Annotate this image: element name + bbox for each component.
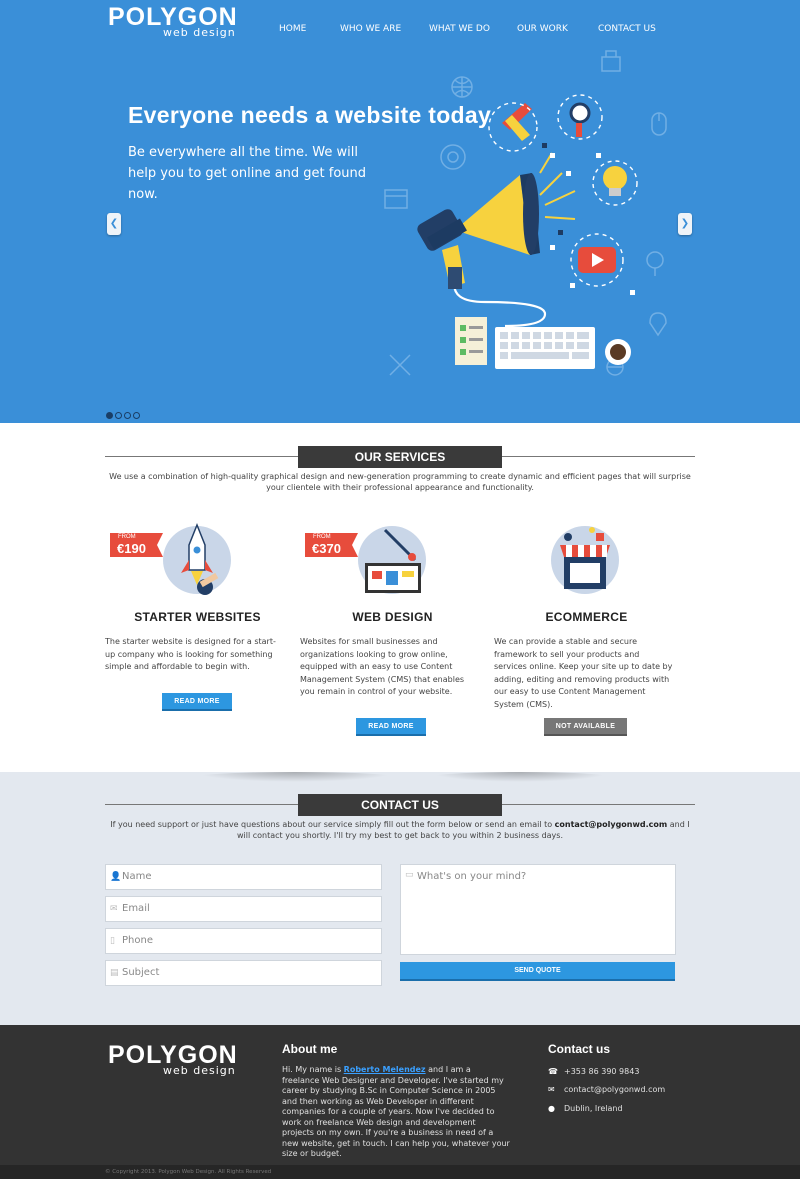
service-description: Websites for small businesses and organi… xyxy=(300,637,465,696)
divider xyxy=(502,804,695,805)
price-value: €370 xyxy=(312,541,341,556)
phone-text: +353 86 390 9843 xyxy=(564,1067,640,1076)
slider-next-button[interactable]: ❯ xyxy=(678,213,692,235)
read-more-button[interactable]: READ MORE xyxy=(356,718,426,736)
name-placeholder: Name xyxy=(122,871,152,882)
contact-email-link[interactable]: contact@polygonwd.com xyxy=(555,820,668,829)
author-link[interactable]: Roberto Melendez xyxy=(344,1065,426,1074)
services-heading: OUR SERVICES xyxy=(105,446,695,468)
hero-subtitle: Be everywhere all the time. We will help… xyxy=(128,145,367,202)
nav-contact-us[interactable]: CONTACT US xyxy=(598,24,656,34)
user-icon: 👤 xyxy=(110,872,122,882)
email-text: contact@polygonwd.com xyxy=(564,1085,666,1094)
footer: POLYGON web design About me Hi. My name … xyxy=(0,1025,800,1165)
phone-input[interactable]: ▯ Phone xyxy=(105,928,382,954)
services-intro: We use a combination of high-quality gra… xyxy=(109,472,691,492)
chevron-right-icon: ❯ xyxy=(680,218,690,229)
nav-home[interactable]: HOME xyxy=(279,24,306,34)
document-icon: ▤ xyxy=(110,968,119,978)
email-placeholder: Email xyxy=(122,903,150,914)
speech-bubble-icon: ▭ xyxy=(405,870,414,880)
service-description: We can provide a stable and secure frame… xyxy=(494,637,673,709)
phone-placeholder: Phone xyxy=(122,935,153,946)
price-from-label: FROM xyxy=(118,534,136,540)
not-available-button[interactable]: NOT AVAILABLE xyxy=(544,718,627,736)
shop-icon xyxy=(551,526,619,594)
service-title: ECOMMERCE xyxy=(545,610,628,624)
footer-phone: ☎ +353 86 390 9843 xyxy=(548,1067,639,1076)
envelope-icon: ✉ xyxy=(110,904,118,914)
slider-dot-1[interactable] xyxy=(106,412,113,419)
contact-title: CONTACT US xyxy=(298,794,502,816)
phone-icon: ☎ xyxy=(548,1067,558,1076)
subject-placeholder: Subject xyxy=(122,967,160,978)
service-description: The starter website is designed for a st… xyxy=(105,637,276,671)
send-quote-button[interactable]: SEND QUOTE xyxy=(400,962,675,981)
slider-dots xyxy=(106,412,140,419)
location-text: Dublin, Ireland xyxy=(564,1104,623,1113)
megaphone-illustration xyxy=(384,50,667,376)
subject-input[interactable]: ▤ Subject xyxy=(105,960,382,986)
divider xyxy=(502,456,695,457)
price-value: €190 xyxy=(117,541,146,556)
logo[interactable]: POLYGON web design xyxy=(108,4,238,39)
nav-who-we-are[interactable]: WHO WE ARE xyxy=(340,24,401,34)
divider xyxy=(105,456,298,457)
contact-intro: If you need support or just have questio… xyxy=(105,819,695,841)
service-title: STARTER WEBSITES xyxy=(134,610,261,624)
contact-heading-footer: Contact us xyxy=(548,1042,611,1056)
envelope-icon: ✉ xyxy=(548,1085,555,1094)
design-screen-icon xyxy=(305,526,426,594)
footer-logo[interactable]: POLYGON web design xyxy=(108,1042,238,1077)
contact-intro-text: If you need support or just have questio… xyxy=(110,820,555,829)
slider-dot-3[interactable] xyxy=(124,412,131,419)
about-text: Hi. My name is Roberto Melendez and I am… xyxy=(282,1065,510,1160)
contact-section: CONTACT US If you need support or just h… xyxy=(0,772,800,1025)
phone-icon: ▯ xyxy=(110,936,115,946)
header: POLYGON web design HOME WHO WE ARE WHAT … xyxy=(0,0,800,50)
name-input[interactable]: 👤 Name xyxy=(105,864,382,890)
copyright: © Copyright 2013. Polygon Web Design. Al… xyxy=(0,1165,800,1179)
contact-heading: CONTACT US xyxy=(105,794,695,816)
chevron-left-icon: ❮ xyxy=(109,218,119,229)
message-textarea[interactable]: ▭ What's on your mind? xyxy=(400,864,676,955)
section-shadow xyxy=(430,772,610,782)
services-title: OUR SERVICES xyxy=(298,446,502,468)
service-title: WEB DESIGN xyxy=(352,610,433,624)
section-shadow xyxy=(195,772,395,782)
message-placeholder: What's on your mind? xyxy=(417,871,527,882)
about-text-start: Hi. My name is xyxy=(282,1065,344,1074)
slider-prev-button[interactable]: ❮ xyxy=(107,213,121,235)
email-input[interactable]: ✉ Email xyxy=(105,896,382,922)
footer-email[interactable]: ✉ contact@polygonwd.com xyxy=(548,1085,665,1094)
location-pin-icon: ● xyxy=(548,1104,555,1113)
divider xyxy=(105,804,298,805)
footer-location: ● Dublin, Ireland xyxy=(548,1104,623,1113)
services-section: OUR SERVICES We use a combination of hig… xyxy=(0,423,800,772)
rocket-icon xyxy=(110,522,231,595)
about-text-end: and I am a freelance Web Designer and De… xyxy=(282,1065,510,1158)
nav-what-we-do[interactable]: WHAT WE DO xyxy=(429,24,490,34)
nav-our-work[interactable]: OUR WORK xyxy=(517,24,568,34)
read-more-button[interactable]: READ MORE xyxy=(162,693,232,711)
about-heading: About me xyxy=(282,1042,338,1056)
slider-dot-4[interactable] xyxy=(133,412,140,419)
hero-slider: POLYGON web design HOME WHO WE ARE WHAT … xyxy=(0,0,800,423)
slider-dot-2[interactable] xyxy=(115,412,122,419)
price-from-label: FROM xyxy=(313,534,331,540)
